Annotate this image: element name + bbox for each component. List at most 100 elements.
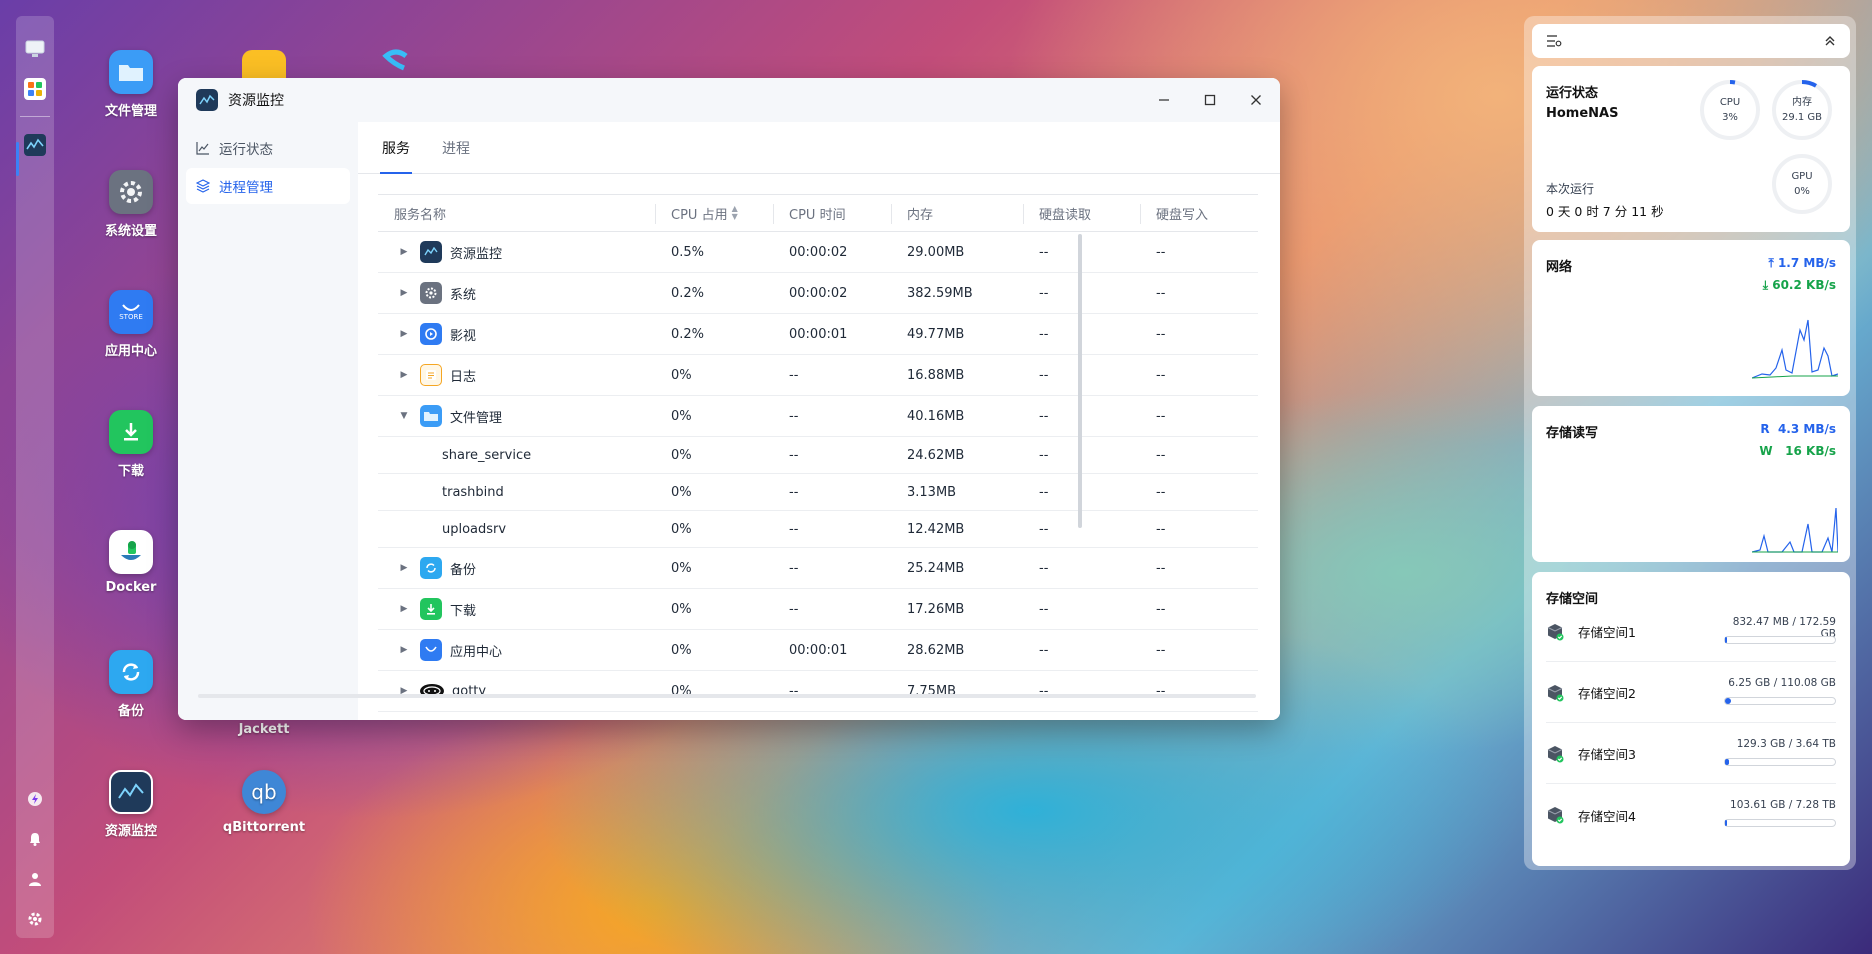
desktop-icon-label: 备份 (117, 704, 144, 719)
cell-disk-write: -- (1156, 484, 1166, 500)
monitor-icon[interactable] (24, 38, 46, 60)
service-name: 下载 (450, 603, 477, 619)
status-widget[interactable]: 运行状态 HomeNAS CPU 3% 内存 29.1 GB GPU 0% 本次… (1532, 66, 1850, 232)
cell-memory: 29.00MB (907, 244, 965, 260)
sidebar-item-process-manager[interactable]: 进程管理 (186, 168, 350, 204)
minimize-button[interactable] (1154, 90, 1174, 110)
user-icon[interactable] (24, 868, 46, 890)
column-header-disk-write[interactable]: 硬盘写入 (1140, 195, 1258, 231)
cell-name: share_service (378, 448, 655, 463)
table-row[interactable]: ▶ gotty 0% -- 7.75MB -- -- (378, 671, 1258, 712)
table-row[interactable]: ▶ 资源监控 0.5% 00:00:02 29.00MB -- -- (378, 232, 1258, 273)
caret-right-icon[interactable]: ▶ (398, 563, 410, 573)
table-row[interactable]: ▼ 文件管理 0% -- 40.16MB -- -- (378, 396, 1258, 437)
horizontal-scrollbar[interactable] (198, 694, 1256, 698)
sidebar: 运行状态 进程管理 (178, 122, 358, 720)
disk-cube-icon (1546, 684, 1564, 702)
resource-monitor-icon (109, 770, 153, 814)
cell-cpu: 0% (671, 601, 692, 617)
network-widget[interactable]: 网络 ⤒ 1.7 MB/s ⤓ 60.2 KB/s (1532, 240, 1850, 396)
desktop-icon-docker[interactable]: Docker (76, 530, 186, 595)
volume-name: 存储空间1 (1578, 625, 1636, 640)
flash-icon[interactable] (24, 788, 46, 810)
desktop-icon-file-manager[interactable]: 文件管理 (76, 50, 186, 119)
table-row[interactable]: ▶ 下载 0% -- 17.26MB -- -- (378, 589, 1258, 630)
desktop-icon-settings[interactable]: 系统设置 (76, 170, 186, 239)
table-row[interactable]: ▶ 日志 0% -- 16.88MB -- -- (378, 355, 1258, 396)
table-subrow[interactable]: trashbind 0% -- 3.13MB -- -- (378, 474, 1258, 511)
service-name: uploadsrv (442, 521, 507, 537)
table-row[interactable]: ▶ 备份 0% -- 25.24MB -- -- (378, 548, 1258, 589)
storage-io-widget[interactable]: 存储读写 R 4.3 MB/s W 16 KB/s (1532, 406, 1850, 562)
dock (16, 16, 54, 938)
cell-cpu: 0% (671, 642, 692, 658)
volume-usage-bar (1724, 636, 1836, 644)
cell-disk-write: -- (1156, 560, 1166, 576)
bell-icon[interactable] (24, 828, 46, 850)
volume-item[interactable]: 存储空间4 103.61 GB / 7.28 TB (1546, 785, 1836, 845)
tab-processes[interactable]: 进程 (440, 122, 472, 173)
caret-right-icon[interactable]: ▶ (398, 604, 410, 614)
volume-item[interactable]: 存储空间3 129.3 GB / 3.64 TB (1546, 724, 1836, 784)
column-header-cpu[interactable]: CPU 占用 ▲ ▼ (655, 195, 773, 231)
tab-services[interactable]: 服务 (380, 122, 412, 174)
collapse-icon[interactable] (1824, 34, 1836, 52)
table-row[interactable]: ▶ 应用中心 0% 00:00:01 28.62MB -- -- (378, 630, 1258, 671)
caret-right-icon[interactable]: ▶ (398, 370, 410, 380)
service-name: 备份 (450, 562, 477, 578)
table-row[interactable]: ▶ 影视 0.2% 00:00:01 49.77MB -- -- (378, 314, 1258, 355)
desktop-icon-label: Docker (105, 580, 157, 595)
desktop-icon-resource-monitor[interactable]: 资源监控 (76, 770, 186, 839)
log-icon[interactable] (242, 50, 286, 78)
cell-disk-read: -- (1039, 601, 1049, 617)
vertical-scrollbar[interactable] (1078, 234, 1082, 528)
storage-space-widget[interactable]: 存储空间 存储空间1 832.47 MB / 172.59 GB 存储空间2 6.25… (1532, 572, 1850, 866)
close-button[interactable] (1246, 90, 1266, 110)
table-subrow[interactable]: uploadsrv 0% -- 12.42MB -- -- (378, 511, 1258, 548)
caret-right-icon[interactable]: ▶ (398, 645, 410, 655)
widget-settings-icon[interactable] (1546, 34, 1562, 52)
cell-name: ▶ 资源监控 (378, 241, 655, 263)
desktop-icon-download[interactable]: 下载 (76, 410, 186, 479)
caret-right-icon[interactable]: ▶ (398, 329, 410, 339)
volume-usage: 103.61 GB / 7.28 TB (1730, 799, 1836, 811)
window-titlebar[interactable]: 资源监控 (178, 78, 1280, 122)
desktop-icon-app-center[interactable]: STORE 应用中心 (76, 290, 186, 359)
cell-disk-write: -- (1156, 642, 1166, 658)
cell-name: ▼ 文件管理 (378, 405, 655, 427)
cell-disk-read: -- (1039, 560, 1049, 576)
column-header-cpu-time[interactable]: CPU 时间 (773, 195, 891, 231)
cell-cpu-time: -- (789, 408, 799, 424)
app-s-icon[interactable] (376, 48, 416, 78)
sidebar-item-status[interactable]: 运行状态 (186, 130, 350, 166)
volume-usage-bar (1724, 758, 1836, 766)
disk-cube-icon (1546, 806, 1564, 824)
window-title: 资源监控 (228, 93, 284, 109)
table-row[interactable]: ▶ 系统 0.2% 00:00:02 382.59MB -- -- (378, 273, 1258, 314)
volume-name: 存储空间2 (1578, 686, 1636, 701)
caret-right-icon[interactable]: ▶ (398, 288, 410, 298)
desktop-icon-qbittorrent[interactable]: qb qBittorrent (209, 770, 319, 835)
volume-item[interactable]: 存储空间2 6.25 GB / 110.08 GB (1546, 663, 1836, 723)
cell-memory: 12.42MB (907, 521, 965, 537)
caret-right-icon[interactable]: ▶ (398, 247, 410, 257)
service-name: 影视 (450, 328, 477, 344)
store-tile-text: STORE (119, 313, 143, 321)
desktop-icon-jackett[interactable]: Jackett (209, 722, 319, 737)
service-name: 系统 (450, 287, 477, 303)
resource-monitor-icon[interactable] (24, 134, 46, 156)
cell-name: ▶ 下载 (378, 598, 655, 620)
desktop-icon-backup[interactable]: 备份 (76, 650, 186, 719)
column-header-disk-read[interactable]: 硬盘读取 (1023, 195, 1140, 231)
gear-icon[interactable] (24, 908, 46, 930)
column-header-memory[interactable]: 内存 (891, 195, 1023, 231)
column-header-name[interactable]: 服务名称 (378, 195, 655, 231)
cell-cpu: 0.2% (671, 285, 705, 301)
apps-grid-icon[interactable] (24, 78, 46, 100)
maximize-button[interactable] (1200, 90, 1220, 110)
table-subrow[interactable]: share_service 0% -- 24.62MB -- -- (378, 437, 1258, 474)
caret-down-icon[interactable]: ▼ (398, 411, 410, 421)
volume-usage-bar (1724, 819, 1836, 827)
uptime-label: 本次运行 (1546, 182, 1595, 196)
volume-item[interactable]: 存储空间1 832.47 MB / 172.59 GB (1546, 602, 1836, 662)
